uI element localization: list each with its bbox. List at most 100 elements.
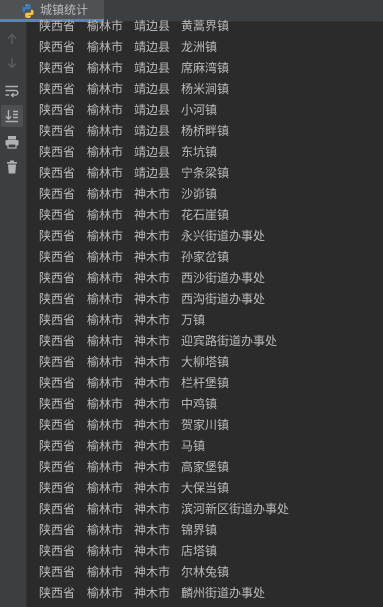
province-text: 陕西省 bbox=[39, 586, 76, 600]
province-text: 陕西省 bbox=[39, 271, 76, 285]
console-line: 陕西省 榆林市 靖边县 黄蒿界镇 bbox=[39, 16, 229, 37]
trash-icon bbox=[7, 160, 17, 174]
console-line: 陕西省 榆林市 神木市 贺家川镇 bbox=[39, 415, 229, 436]
county-text: 神木市 bbox=[134, 376, 171, 390]
console-line: 陕西省 榆林市 神木市 大柳塔镇 bbox=[39, 352, 229, 373]
previous-occurrence-button[interactable] bbox=[1, 28, 23, 50]
province-text: 陕西省 bbox=[39, 355, 76, 369]
town-text: 大保当镇 bbox=[181, 481, 230, 495]
county-text: 神木市 bbox=[134, 523, 171, 537]
province-text: 陕西省 bbox=[39, 334, 76, 348]
province-text: 陕西省 bbox=[39, 481, 76, 495]
province-text: 陕西省 bbox=[39, 250, 76, 264]
print-icon bbox=[5, 136, 19, 149]
city-text: 榆林市 bbox=[87, 544, 124, 558]
console-line: 陕西省 榆林市 神木市 高家堡镇 bbox=[39, 457, 229, 478]
city-text: 榆林市 bbox=[87, 250, 124, 264]
arrow-down-icon bbox=[7, 58, 17, 69]
county-text: 神木市 bbox=[134, 208, 171, 222]
console-line: 陕西省 榆林市 神木市 大保当镇 bbox=[39, 478, 229, 499]
town-text: 永兴街道办事处 bbox=[181, 229, 266, 243]
province-text: 陕西省 bbox=[39, 397, 76, 411]
town-text: 贺家川镇 bbox=[181, 418, 230, 432]
province-text: 陕西省 bbox=[39, 313, 76, 327]
city-text: 榆林市 bbox=[87, 124, 124, 138]
province-text: 陕西省 bbox=[39, 208, 76, 222]
console-line: 陕西省 榆林市 神木市 尔林兔镇 bbox=[39, 562, 229, 583]
province-text: 陕西省 bbox=[39, 103, 76, 117]
town-text: 龙洲镇 bbox=[181, 40, 218, 54]
console-line: 陕西省 榆林市 靖边县 杨米涧镇 bbox=[39, 79, 229, 100]
scroll-to-end-button[interactable] bbox=[1, 105, 23, 127]
town-text: 马镇 bbox=[181, 439, 206, 453]
console-line: 陕西省 榆林市 神木市 迎宾路街道办事处 bbox=[39, 331, 277, 352]
soft-wrap-icon bbox=[5, 85, 19, 98]
county-text: 神木市 bbox=[134, 229, 171, 243]
county-text: 神木市 bbox=[134, 586, 171, 600]
town-text: 小河镇 bbox=[181, 103, 218, 117]
city-text: 榆林市 bbox=[87, 355, 124, 369]
console-line: 陕西省 榆林市 神木市 万镇 bbox=[39, 310, 205, 331]
console-toolbar bbox=[0, 22, 27, 607]
city-text: 榆林市 bbox=[87, 523, 124, 537]
city-text: 榆林市 bbox=[87, 208, 124, 222]
city-text: 榆林市 bbox=[87, 61, 124, 75]
soft-wrap-button[interactable] bbox=[1, 80, 23, 102]
city-text: 榆林市 bbox=[87, 103, 124, 117]
county-text: 神木市 bbox=[134, 397, 171, 411]
print-button[interactable] bbox=[1, 131, 23, 153]
county-text: 神木市 bbox=[134, 460, 171, 474]
province-text: 陕西省 bbox=[39, 124, 76, 138]
province-text: 陕西省 bbox=[39, 292, 76, 306]
next-occurrence-button[interactable] bbox=[1, 52, 23, 74]
city-text: 榆林市 bbox=[87, 145, 124, 159]
town-text: 栏杆堡镇 bbox=[181, 376, 230, 390]
city-text: 榆林市 bbox=[87, 460, 124, 474]
county-text: 神木市 bbox=[134, 292, 171, 306]
city-text: 榆林市 bbox=[87, 313, 124, 327]
town-text: 宁条梁镇 bbox=[181, 166, 230, 180]
county-text: 神木市 bbox=[134, 418, 171, 432]
city-text: 榆林市 bbox=[87, 502, 124, 516]
county-text: 神木市 bbox=[134, 439, 171, 453]
console-line: 陕西省 榆林市 靖边县 宁条梁镇 bbox=[39, 163, 229, 184]
console-output[interactable]: 陕西省 榆林市 靖边县 黄蒿界镇 陕西省 榆林市 靖边县 龙洲镇 陕西省 榆林市 靖边县 席麻湾镇 陕西… bbox=[27, 16, 383, 607]
county-text: 靖边县 bbox=[134, 40, 171, 54]
console-line: 陕西省 榆林市 神木市 店塔镇 bbox=[39, 541, 217, 562]
province-text: 陕西省 bbox=[39, 40, 76, 54]
town-text: 黄蒿界镇 bbox=[181, 19, 230, 33]
county-text: 神木市 bbox=[134, 355, 171, 369]
console-line: 陕西省 榆林市 靖边县 龙洲镇 bbox=[39, 37, 217, 58]
town-text: 东坑镇 bbox=[181, 145, 218, 159]
town-text: 麟州街道办事处 bbox=[181, 586, 266, 600]
city-text: 榆林市 bbox=[87, 334, 124, 348]
city-text: 榆林市 bbox=[87, 397, 124, 411]
city-text: 榆林市 bbox=[87, 586, 124, 600]
console-line: 陕西省 榆林市 靖边县 杨桥畔镇 bbox=[39, 121, 229, 142]
clear-all-button[interactable] bbox=[1, 156, 23, 178]
town-text: 孙家岔镇 bbox=[181, 250, 230, 264]
town-text: 万镇 bbox=[181, 313, 206, 327]
province-text: 陕西省 bbox=[39, 523, 76, 537]
console-line: 陕西省 榆林市 神木市 沙峁镇 bbox=[39, 184, 217, 205]
county-text: 神木市 bbox=[134, 334, 171, 348]
city-text: 榆林市 bbox=[87, 19, 124, 33]
city-text: 榆林市 bbox=[87, 40, 124, 54]
county-text: 靖边县 bbox=[134, 61, 171, 75]
town-text: 高家堡镇 bbox=[181, 460, 230, 474]
county-text: 神木市 bbox=[134, 565, 171, 579]
town-text: 杨米涧镇 bbox=[181, 82, 230, 96]
province-text: 陕西省 bbox=[39, 19, 76, 33]
town-text: 尔林兔镇 bbox=[181, 565, 230, 579]
county-text: 神木市 bbox=[134, 502, 171, 516]
province-text: 陕西省 bbox=[39, 502, 76, 516]
county-text: 靖边县 bbox=[134, 19, 171, 33]
console-line: 陕西省 榆林市 神木市 永兴街道办事处 bbox=[39, 226, 265, 247]
province-text: 陕西省 bbox=[39, 439, 76, 453]
province-text: 陕西省 bbox=[39, 61, 76, 75]
city-text: 榆林市 bbox=[87, 229, 124, 243]
console-line: 陕西省 榆林市 神木市 马镇 bbox=[39, 436, 205, 457]
city-text: 榆林市 bbox=[87, 565, 124, 579]
county-text: 靖边县 bbox=[134, 145, 171, 159]
province-text: 陕西省 bbox=[39, 376, 76, 390]
